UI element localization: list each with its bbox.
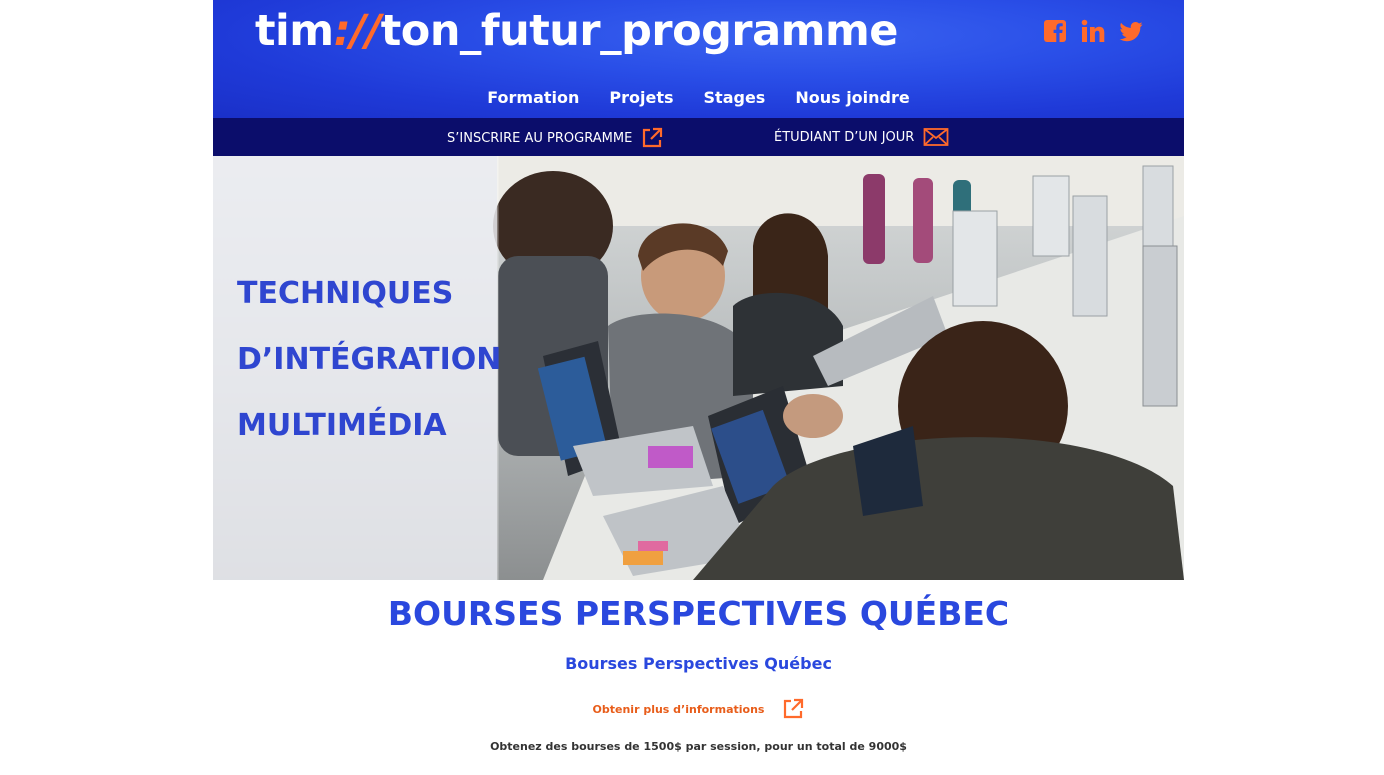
envelope-icon [923, 128, 949, 146]
etudiant-label: ÉTUDIANT D’UN JOUR [774, 129, 915, 145]
facebook-icon[interactable] [1042, 18, 1068, 44]
hero-banner: TECHNIQUES D’INTÉGRATION MULTIMÉDIA [213, 156, 1184, 580]
info-link-row: Obtenir plus d’informations [213, 698, 1184, 720]
scholarship-description: Obtenez des bourses de 1500$ par session… [490, 740, 907, 753]
section-heading: BOURSES PERSPECTIVES QUÉBEC [387, 594, 1010, 633]
page: tim://ton_futur_programme Formation Proj… [213, 0, 1184, 775]
program-title-line: MULTIMÉDIA [237, 408, 447, 443]
secondary-bar: S’INSCRIRE AU PROGRAMME ÉTUDIANT D’UN JO… [213, 118, 1184, 156]
main-nav: Formation Projets Stages Nous joindre [213, 88, 1184, 107]
external-link-icon[interactable] [782, 698, 804, 720]
program-title-line: TECHNIQUES [237, 276, 454, 311]
section-subheading: Bourses Perspectives Québec [565, 654, 832, 673]
nav-stages[interactable]: Stages [704, 88, 766, 107]
inscrire-label: S’INSCRIRE AU PROGRAMME [447, 130, 633, 146]
linkedin-icon[interactable] [1080, 18, 1106, 44]
program-title: TECHNIQUES D’INTÉGRATION MULTIMÉDIA [237, 261, 501, 459]
etudiant-link[interactable]: ÉTUDIANT D’UN JOUR [774, 127, 949, 147]
external-link-icon [643, 127, 663, 148]
nav-projets[interactable]: Projets [609, 88, 673, 107]
nav-nous-joindre[interactable]: Nous joindre [795, 88, 909, 107]
nav-formation[interactable]: Formation [487, 88, 579, 107]
site-logo[interactable]: tim://ton_futur_programme [255, 6, 898, 56]
site-header: tim://ton_futur_programme Formation Proj… [213, 0, 1184, 118]
logo-prefix: tim [255, 6, 334, 56]
twitter-icon[interactable] [1118, 18, 1144, 44]
logo-suffix: ton_futur_programme [380, 6, 899, 56]
more-info-link[interactable]: Obtenir plus d’informations [593, 703, 765, 716]
logo-separator: :// [333, 6, 382, 56]
social-links [1042, 18, 1144, 44]
inscrire-link[interactable]: S’INSCRIRE AU PROGRAMME [447, 127, 663, 149]
program-title-line: D’INTÉGRATION [237, 342, 502, 377]
